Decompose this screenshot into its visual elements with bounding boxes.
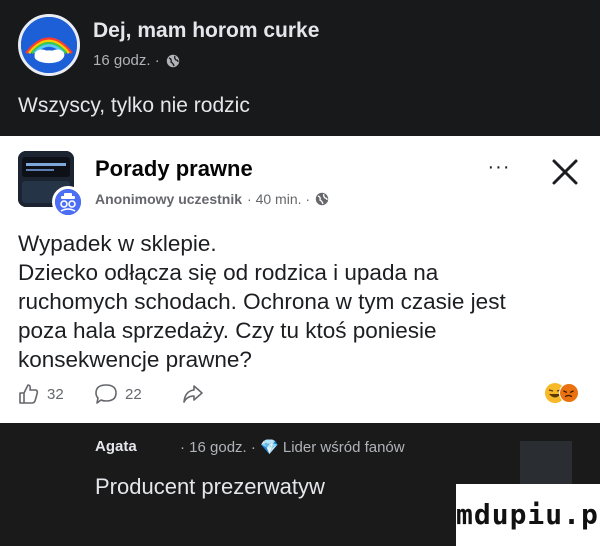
post-body-line: poza hala sprzedaży. Czy tu ktoś poniesi… (18, 318, 437, 343)
shared-post-header: Dej, mam horom curke 16 godz. · Wszyscy,… (0, 0, 600, 135)
card-post-time[interactable]: · 40 min. · (247, 191, 310, 207)
anonymous-avatar (52, 186, 84, 218)
close-icon[interactable] (548, 155, 582, 189)
anonymous-icon (55, 189, 81, 215)
card-meta: Anonimowy uczestnik · 40 min. · (95, 191, 329, 207)
group-post-card: Porady prawne Anonimowy uczestnik · 40 m… (0, 136, 600, 423)
reaction-bar: 32 22 (18, 379, 588, 411)
like-count: 32 (47, 385, 64, 403)
comment-icon (95, 384, 117, 404)
page-name[interactable]: Dej, mam horom curke (93, 19, 319, 43)
comment-text: Producent prezerwatyw (95, 474, 325, 499)
group-name[interactable]: Porady prawne (95, 156, 253, 182)
angry-emoji-icon[interactable] (559, 383, 579, 403)
post-meta: 16 godz. · (93, 52, 180, 69)
like-button[interactable]: 32 (18, 383, 64, 405)
page-avatar-image (21, 17, 77, 73)
post-time[interactable]: 16 godz. · (93, 52, 160, 69)
more-options-button[interactable]: ··· (478, 154, 520, 180)
angry-emoji-face (563, 390, 574, 398)
comment-meta: · 16 godz. · 💎 Lider wśród fanów (180, 439, 405, 456)
post-author[interactable]: Anonimowy uczestnik (95, 191, 242, 207)
like-icon (19, 384, 39, 404)
post-body-line: Dziecko odłącza się od rodzica i upada n… (18, 260, 439, 285)
page-avatar[interactable] (18, 14, 80, 76)
post-body: Wypadek w sklepie. Dziecko odłącza się o… (18, 229, 578, 374)
site-logo: mdupiu.pl (456, 484, 600, 546)
globe-icon (315, 192, 329, 206)
post-body-line: ruchomych schodach. Ochrona w tym czasie… (18, 289, 506, 314)
share-button[interactable] (182, 383, 204, 405)
post-body-line: konsekwencje prawne? (18, 347, 252, 372)
comment-author[interactable]: Agata (95, 438, 137, 455)
share-icon (183, 385, 203, 403)
comment-button[interactable]: 22 (94, 383, 142, 405)
post-text: Wszyscy, tylko nie rodzic (18, 94, 250, 117)
globe-icon (166, 54, 179, 67)
comment-count: 22 (125, 385, 142, 403)
post-body-line: Wypadek w sklepie. (18, 231, 217, 256)
